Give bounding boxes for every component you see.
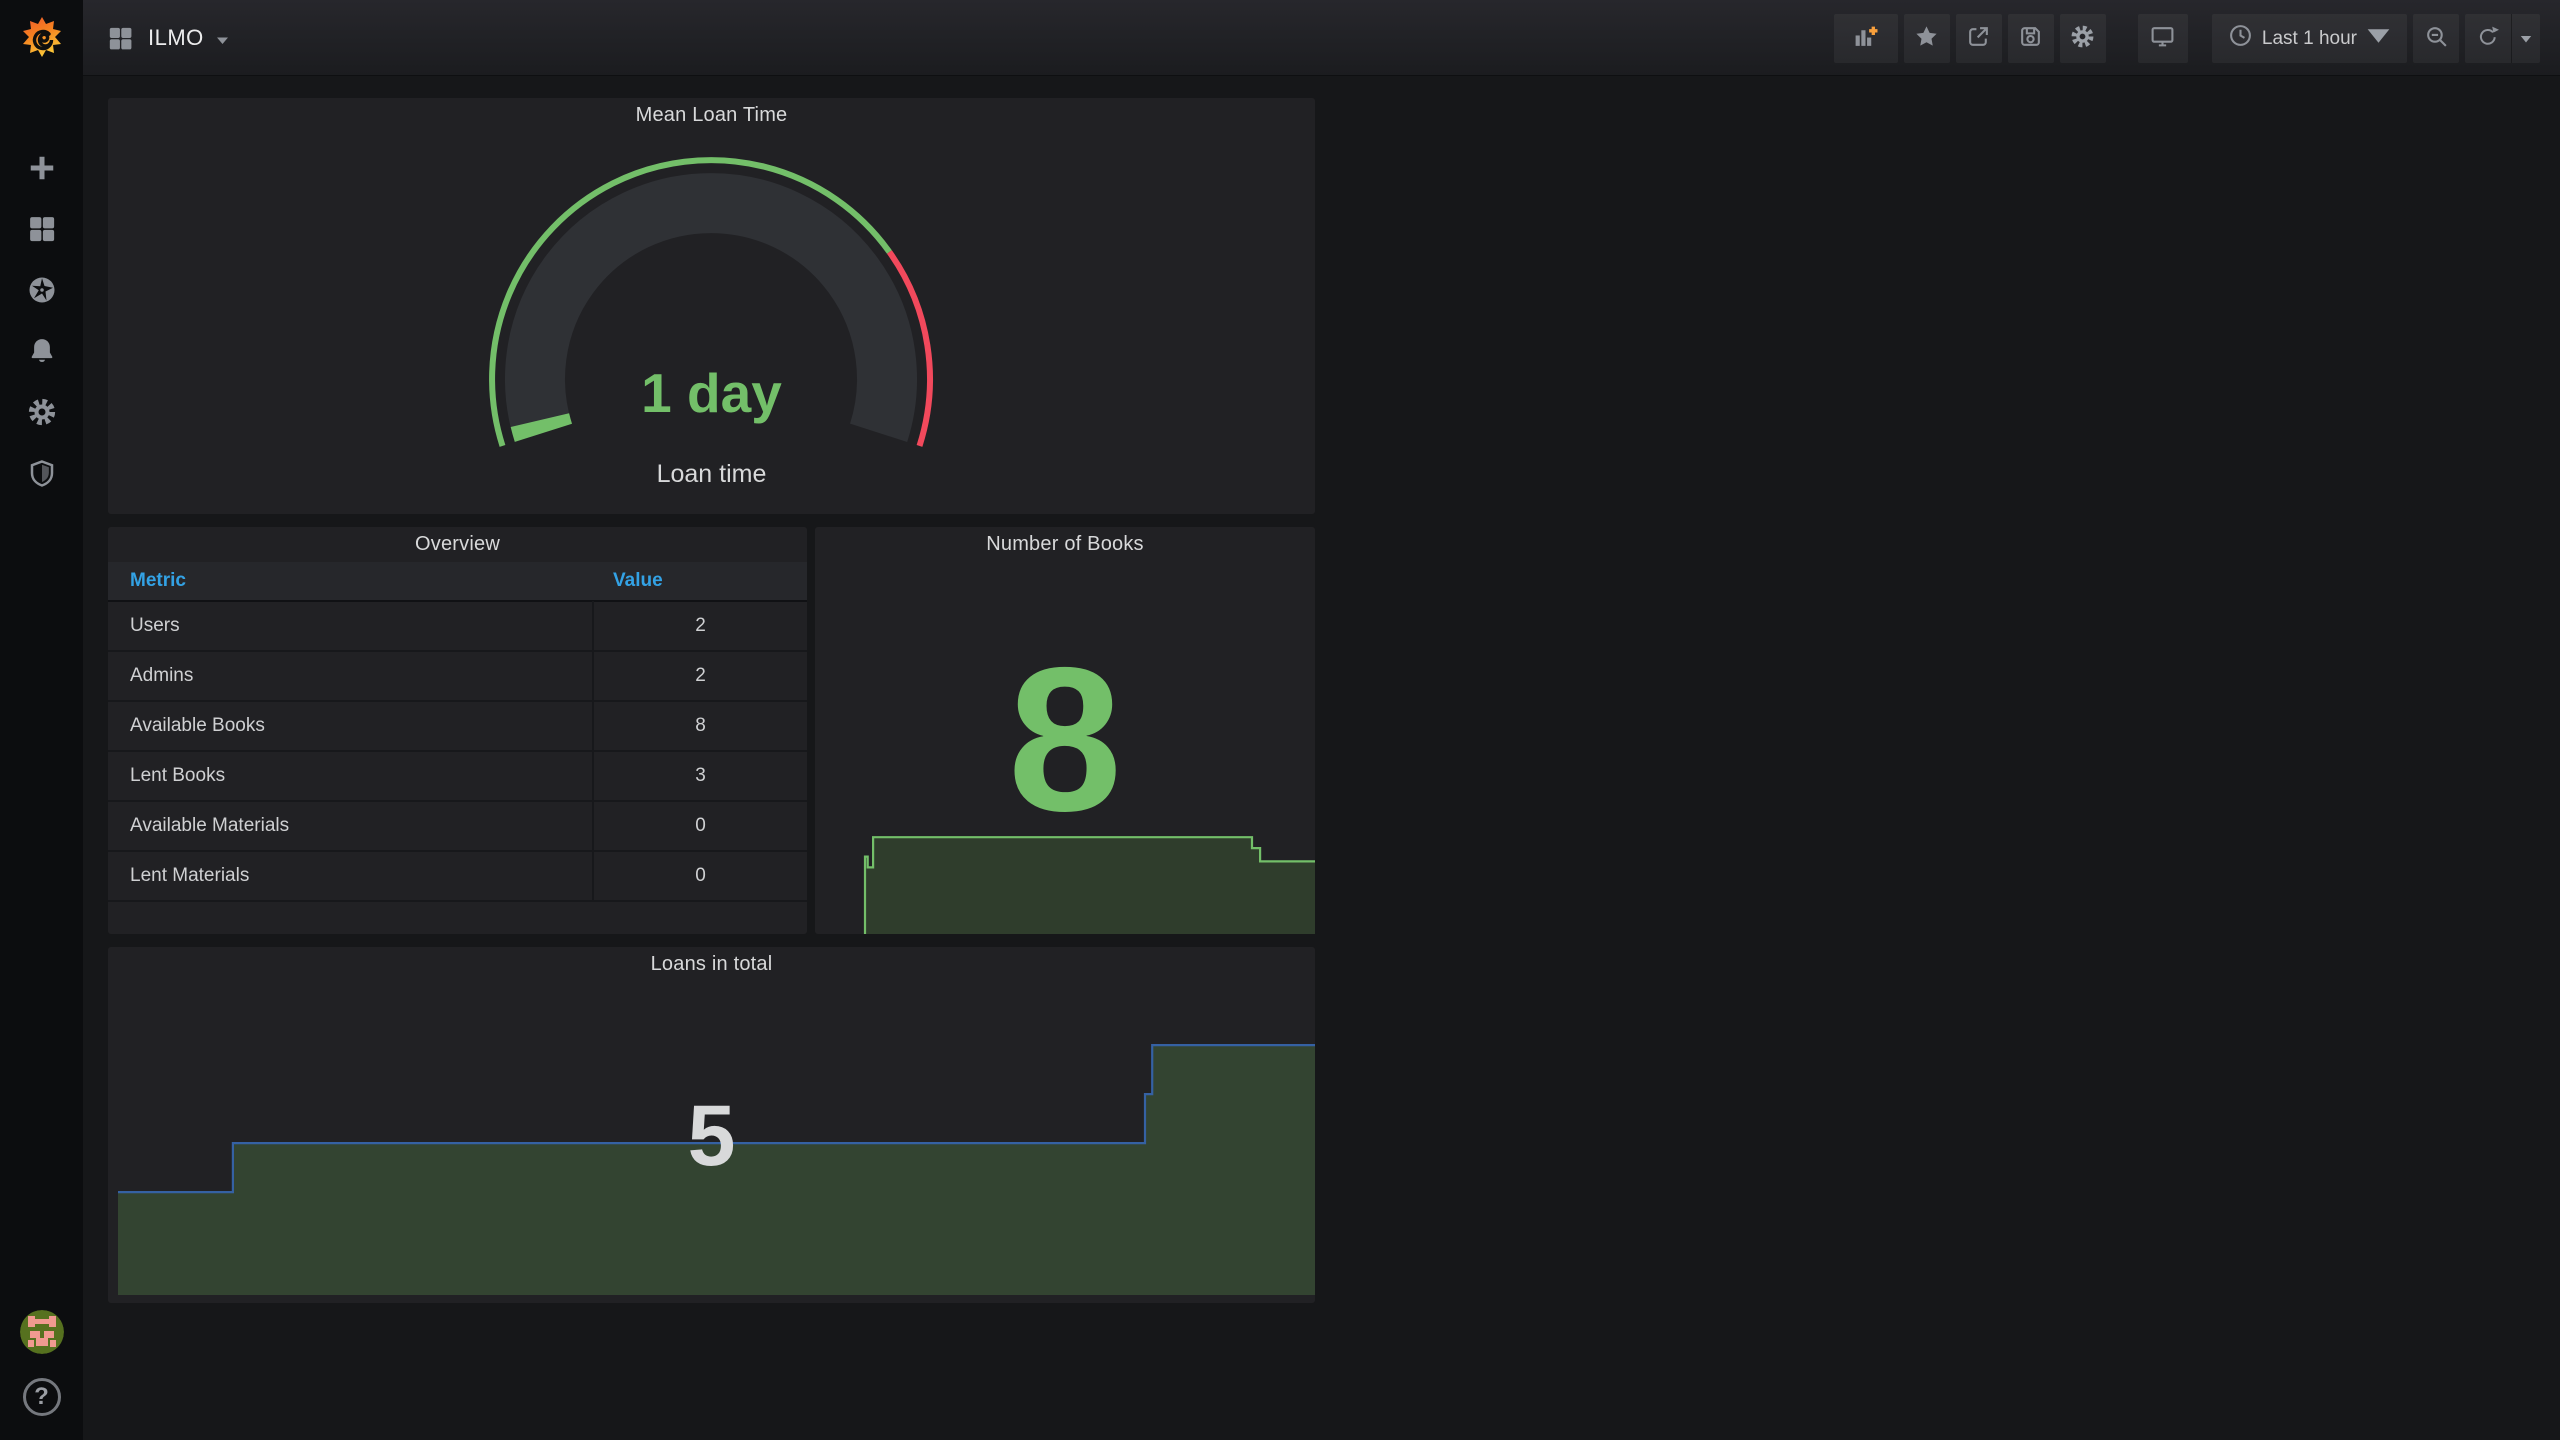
refresh-button-group [2465,14,2540,63]
value-cell: 3 [592,751,807,801]
gauge-chart [489,157,933,447]
value-cell: 8 [592,701,807,751]
sidebar-menu [0,140,83,506]
singlestat-value: 5 [687,1088,736,1184]
user-avatar[interactable] [19,1310,64,1354]
sidebar: ? [0,0,83,1440]
gauge-label: Loan time [656,460,767,488]
refresh-button[interactable] [2465,14,2511,63]
value-cell: 0 [592,851,807,901]
sidebar-item-create[interactable] [0,140,83,201]
value-cell: 2 [592,651,807,701]
topbar-actions: Last 1 hour [1833,14,2540,63]
panel-number-of-books: Number of Books 8 [815,527,1315,934]
dashboard-settings-button[interactable] [2059,14,2106,63]
star-icon [1914,24,1939,54]
metric-cell: Available Books [130,715,265,736]
save-dashboard-button[interactable] [2007,14,2054,63]
help-icon[interactable]: ? [22,1378,61,1416]
panel-title[interactable]: Mean Loan Time [108,98,1315,133]
refresh-icon [2476,24,2500,53]
star-dashboard-button[interactable] [1903,14,1950,63]
plus-icon [27,153,57,188]
clock-icon [2228,23,2253,54]
sidebar-item-dashboards[interactable] [0,201,83,262]
add-panel-button[interactable] [1833,14,1898,63]
dashboard-title: ILMO [148,25,204,50]
table-row: Lent Materials 0 [108,851,807,902]
value-cell: 0 [592,801,807,851]
shield-icon [27,458,57,493]
table-row: Admins 2 [108,651,807,702]
sidebar-item-configuration[interactable] [0,384,83,445]
panel-title[interactable]: Number of Books [815,527,1315,562]
panel-overview: Overview Metric Value Users 2 Admins 2 A… [108,527,807,934]
time-range-label: Last 1 hour [2261,27,2357,49]
topbar: ILMO Last 1 hour [83,0,2560,76]
share-icon [1966,24,1991,54]
cycle-view-mode-button[interactable] [2137,14,2188,63]
explore-compass-icon [27,275,57,310]
alerting-bell-icon [27,336,57,371]
chevron-down-icon [216,25,229,51]
sidebar-bottom: ? [0,1310,83,1440]
table-row: Available Materials 0 [108,801,807,852]
gauge-value: 1 day [641,362,782,424]
table-row: Available Books 8 [108,701,807,752]
dashboard-grid-icon [107,25,134,52]
sidebar-item-server-admin[interactable] [0,445,83,506]
metric-cell: Available Materials [130,815,290,836]
chevron-down-icon [2366,23,2391,54]
chevron-down-icon [2520,30,2532,48]
zoom-out-icon [2424,24,2449,54]
table-row: Users 2 [108,601,807,652]
help-glyph: ? [34,1383,49,1410]
panel-title[interactable]: Overview [108,527,807,562]
time-range-picker[interactable]: Last 1 hour [2211,14,2407,63]
panel-mean-loan-time: Mean Loan Time 1 day Loan time [108,98,1315,514]
panel-loans-in-total: 5 Loans in total [108,947,1315,1303]
dashboards-grid-icon [27,214,57,249]
table-row: Lent Books 3 [108,751,807,802]
save-icon [2018,24,2043,54]
gear-icon [27,397,57,432]
breadcrumb: ILMO [107,0,229,76]
refresh-interval-dropdown[interactable] [2512,14,2540,63]
metric-cell: Admins [130,665,194,686]
table-header-row: Metric Value [108,562,807,602]
add-panel-icon [1853,24,1878,54]
sidebar-item-alerting[interactable] [0,323,83,384]
overview-table: Metric Value Users 2 Admins 2 Available … [108,562,807,902]
sidebar-item-explore[interactable] [0,262,83,323]
grafana-dashboard: ? ILMO Last 1 hour Mean Loan Time 1 day … [0,0,2560,1440]
panel-title[interactable]: Loans in total [108,947,1315,982]
column-header-metric[interactable]: Metric [108,570,592,592]
dashboard-title-dropdown[interactable]: ILMO [148,25,229,51]
grafana-logo[interactable] [19,15,65,61]
column-header-value[interactable]: Value [592,570,807,592]
metric-cell: Lent Books [130,765,226,786]
share-dashboard-button[interactable] [1955,14,2002,63]
zoom-out-time-button[interactable] [2413,14,2459,63]
metric-cell: Users [130,615,180,636]
value-cell: 2 [592,601,807,651]
metric-cell: Lent Materials [130,865,250,886]
settings-gear-icon [2070,24,2095,54]
monitor-icon [2150,24,2175,54]
singlestat-value: 8 [1007,625,1122,854]
